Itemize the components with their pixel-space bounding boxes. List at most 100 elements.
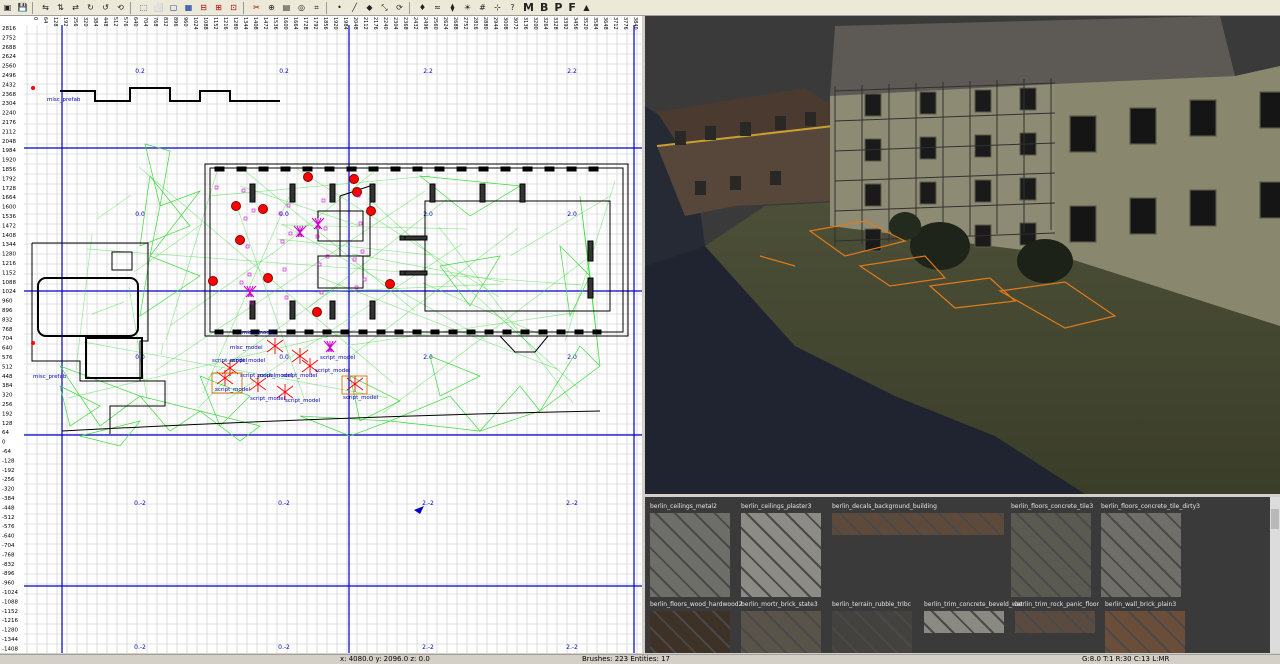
toolbar-separator: [130, 1, 134, 14]
camera-icon[interactable]: ◎: [295, 2, 308, 14]
ruler-tick-label: 704: [2, 336, 13, 342]
texture-swatch: [832, 611, 912, 653]
flip-z-icon[interactable]: ⇄: [69, 2, 82, 14]
toolbar-f-button[interactable]: F: [566, 1, 578, 14]
toolbar-separator: [326, 1, 330, 14]
ruler-tick-label: 3776: [622, 17, 628, 30]
filter-icon[interactable]: ⧫: [446, 2, 459, 14]
entity-label: script_model: [343, 395, 379, 401]
csg-hollow-icon[interactable]: ⊡: [227, 2, 240, 14]
ruler-tick-label: 3328: [552, 17, 558, 30]
texture-name: berlin_floors_concrete_tile_dirty3: [1101, 503, 1200, 510]
ruler-tick-label: 128: [2, 421, 13, 427]
rotate-z-icon[interactable]: ⟲: [114, 2, 127, 14]
ruler-tick-label: 1792: [312, 17, 318, 30]
ruler-tick-label: -320: [2, 487, 15, 493]
clipper-icon[interactable]: ✂: [250, 2, 263, 14]
texture-scrollbar[interactable]: [1270, 497, 1280, 653]
scale-icon[interactable]: ⤡: [378, 2, 391, 14]
select-complete-icon[interactable]: ⬚: [137, 2, 150, 14]
save-icon[interactable]: 💾: [16, 2, 29, 14]
help-icon[interactable]: ?: [506, 2, 519, 14]
texture-browser[interactable]: berlin_ceilings_metal2 berlin_ceilings_pl…: [645, 497, 1280, 653]
camera-marker-icon[interactable]: [414, 506, 424, 514]
ruler-tick-label: 1408: [252, 17, 258, 30]
ruler-tick-label: 3264: [542, 17, 548, 30]
grid-view-2d[interactable]: 0 64 128 192 256 320 384 448 512 576 640 704 768 832 8…: [0, 16, 642, 653]
texture-name: berlin_decals_background_building: [832, 503, 937, 510]
flip-y-icon[interactable]: ⇅: [54, 2, 67, 14]
csg-subtract-icon[interactable]: ⊟: [197, 2, 210, 14]
camera-view-3d[interactable]: [645, 16, 1280, 494]
region-label: 0.-2: [134, 500, 146, 507]
ruler-tick-label: 1216: [222, 17, 228, 30]
change-view-icon[interactable]: ⊕: [265, 2, 278, 14]
texture-swatch: [1011, 513, 1091, 597]
ruler-tick-label: 1984: [342, 17, 348, 30]
open-icon[interactable]: ▣: [1, 2, 14, 14]
snap-icon[interactable]: ⊹: [491, 2, 504, 14]
ruler-tick-label: 192: [2, 411, 13, 417]
grid-canvas[interactable]: 0 64 128 192 256 320 384 448 512 576 640 704 768 832 8…: [0, 16, 642, 653]
ruler-tick-label: 3456: [572, 17, 578, 30]
ruler-tick-label: 768: [152, 17, 158, 27]
ruler-tick-label: -576: [2, 524, 15, 530]
toolbar-collapse-icon[interactable]: ▲: [580, 2, 593, 14]
ruler-tick-label: 0: [32, 17, 38, 20]
ruler-tick-label: 2048: [2, 139, 16, 145]
rotate-icon[interactable]: ⟳: [393, 2, 406, 14]
entity-icon[interactable]: ♦: [416, 2, 429, 14]
rotate-x-icon[interactable]: ↻: [84, 2, 97, 14]
texture-swatch: [741, 513, 821, 597]
texture-swatch: [1105, 611, 1185, 653]
toolbar-m-button[interactable]: M: [521, 1, 536, 14]
region-label: 2.-2: [422, 500, 434, 507]
ruler-tick-label: 1408: [2, 233, 16, 239]
face-icon[interactable]: ◆: [363, 2, 376, 14]
ruler-tick-label: 1664: [2, 195, 16, 201]
ruler-tick-label: 1088: [2, 280, 16, 286]
ruler-tick-label: -448: [2, 505, 15, 511]
entity-label: script_model: [320, 355, 356, 361]
toolbar-p-button[interactable]: P: [552, 1, 564, 14]
toolbar-b-button[interactable]: B: [538, 1, 550, 14]
ruler-tick-label: 320: [82, 17, 88, 27]
flip-x-icon[interactable]: ⇆: [39, 2, 52, 14]
grid-icon[interactable]: #: [476, 2, 489, 14]
select-partial-icon[interactable]: ▢: [167, 2, 180, 14]
scrollbar-thumb[interactable]: [1271, 509, 1279, 529]
entity-label: script_model: [215, 387, 251, 393]
region-label: 2.-2: [566, 500, 578, 507]
csg-merge-icon[interactable]: ⊞: [212, 2, 225, 14]
ruler-tick-label: -1024: [2, 590, 18, 596]
lights-icon[interactable]: ☀: [461, 2, 474, 14]
ruler-tick-label: -1152: [2, 609, 18, 615]
ruler-tick-label: 1024: [2, 289, 16, 295]
ruler-tick-label: 1984: [2, 148, 16, 154]
ruler-tick-label: 2752: [462, 17, 468, 30]
camera-canvas[interactable]: [645, 16, 1280, 494]
ruler-tick-label: -768: [2, 552, 15, 558]
vertex-icon[interactable]: •: [333, 2, 346, 14]
rotate-y-icon[interactable]: ↺: [99, 2, 112, 14]
edge-icon[interactable]: ╱: [348, 2, 361, 14]
ruler-tick-label: 448: [2, 374, 13, 380]
navmesh: [59, 143, 616, 447]
ruler-tick-label: 2496: [422, 17, 428, 30]
patch-icon[interactable]: ≈: [431, 2, 444, 14]
region-label: 0.2: [279, 68, 289, 75]
region-label: 0.0: [135, 211, 145, 218]
select-touching-icon[interactable]: ⬜: [152, 2, 165, 14]
cubic-clip-icon[interactable]: ⌗: [310, 2, 323, 14]
region-label: 0.2: [135, 68, 145, 75]
ruler-tick-label: 1152: [212, 17, 218, 30]
toolbar-separator: [32, 1, 36, 14]
ruler-tick-label: 2752: [2, 35, 16, 41]
select-inside-icon[interactable]: ▦: [182, 2, 195, 14]
ruler-tick-label: 2240: [2, 111, 16, 117]
ruler-tick-label: 1728: [2, 186, 16, 192]
ruler-tick-label: -832: [2, 562, 14, 568]
texture-view-icon[interactable]: ▤: [280, 2, 293, 14]
ruler-tick-label: 640: [2, 346, 13, 352]
texture-swatch: [1101, 513, 1181, 597]
